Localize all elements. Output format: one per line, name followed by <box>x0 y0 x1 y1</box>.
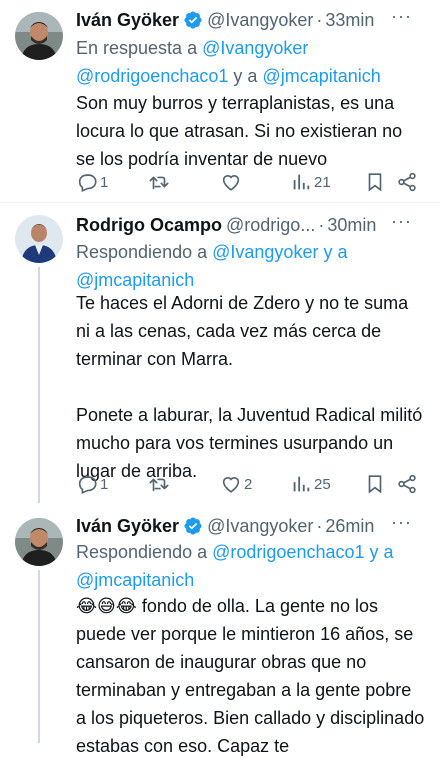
timestamp[interactable]: 33min <box>325 10 374 31</box>
views-count: 25 <box>314 475 331 493</box>
reply-icon <box>78 476 97 494</box>
reply-mention[interactable]: @Ivangyoker <box>212 242 318 262</box>
reply-mention[interactable]: @jmcapitanich <box>76 570 194 590</box>
replying-to: En respuesta a @Ivangyoker @rodrigoencha… <box>76 34 426 90</box>
like-button[interactable] <box>220 168 244 196</box>
author-name[interactable]: Iván Gyöker <box>76 516 179 537</box>
share-button[interactable] <box>396 168 418 196</box>
timestamp[interactable]: 26min <box>325 516 374 537</box>
views-button[interactable]: 25 <box>290 470 331 498</box>
share-button[interactable] <box>396 470 418 498</box>
separator-dot: · <box>318 214 325 235</box>
replying-to: Respondiendo a @rodrigoenchaco1 y a @jmc… <box>76 538 426 594</box>
replying-to-label: Respondiendo a <box>76 242 208 262</box>
share-icon <box>398 172 416 192</box>
tweet-text: 😂😅😂 fondo de olla. La gente no los puede… <box>76 592 426 760</box>
author-name[interactable]: Rodrigo Ocampo <box>76 215 222 236</box>
replying-to-label: En respuesta a <box>76 38 198 58</box>
reply-join: y a <box>323 242 348 262</box>
reply-count: 1 <box>100 475 109 493</box>
thread-line <box>38 570 40 743</box>
like-count: 2 <box>244 475 253 493</box>
views-count: 21 <box>314 173 331 191</box>
tweet-actions: 1 2 25 <box>76 470 426 498</box>
author-name[interactable]: Iván Gyöker <box>76 10 179 31</box>
heart-icon <box>222 175 240 191</box>
verified-badge-icon <box>183 516 203 536</box>
views-button[interactable]: 21 <box>290 168 331 196</box>
replying-to-label: Respondiendo a <box>76 542 208 562</box>
tweet-3[interactable]: Iván Gyöker @Ivangyoker · 26min ··· Resp… <box>0 506 440 756</box>
tweet-text: Son muy burros y terraplanistas, es una … <box>76 93 408 169</box>
replying-to: Respondiendo a @Ivangyoker y a @jmcapita… <box>76 238 426 294</box>
verified-badge-icon <box>183 10 203 30</box>
reply-join: y a <box>369 542 394 562</box>
retweet-icon <box>149 478 169 492</box>
more-options-icon[interactable]: ··· <box>391 512 412 533</box>
tweet-header: Rodrigo Ocampo @rodrigo... · 30min ··· <box>76 211 426 237</box>
author-handle[interactable]: @rodrigo... <box>226 215 315 236</box>
tweet-header: Iván Gyöker @Ivangyoker · 26min ··· <box>76 512 426 538</box>
avatar[interactable] <box>15 215 63 263</box>
tweet-header: Iván Gyöker @Ivangyoker · 33min ··· <box>76 6 426 32</box>
reply-mention[interactable]: @rodrigoenchaco1 <box>212 542 364 562</box>
reply-mention[interactable]: @Ivangyoker <box>202 38 308 58</box>
reply-join: y a <box>233 66 258 86</box>
thread-line <box>38 267 40 503</box>
views-chart-icon <box>293 174 310 190</box>
separator-dot: · <box>316 9 323 30</box>
reply-button[interactable]: 1 <box>76 470 108 498</box>
reply-icon <box>78 174 97 192</box>
tweet-text-content: fondo de olla. La gente no los puede ver… <box>76 596 430 756</box>
avatar[interactable] <box>15 518 63 566</box>
more-options-icon[interactable]: ··· <box>391 211 412 232</box>
emoji-group: 😂😅😂 <box>76 596 137 616</box>
bookmark-icon <box>368 173 382 192</box>
retweet-button[interactable] <box>148 168 172 196</box>
reply-mention[interactable]: @rodrigoenchaco1 <box>76 66 228 86</box>
separator-dot: · <box>316 515 323 536</box>
bookmark-button[interactable] <box>364 470 386 498</box>
tweet-text: Te haces el Adorni de Zdero y no te suma… <box>76 293 423 481</box>
like-button[interactable]: 2 <box>220 470 252 498</box>
tweet-actions: 1 21 <box>76 168 426 196</box>
timestamp[interactable]: 30min <box>327 215 376 236</box>
reply-mention[interactable]: @jmcapitanich <box>262 66 380 86</box>
author-handle[interactable]: @Ivangyoker <box>207 10 313 31</box>
reply-button[interactable]: 1 <box>76 168 108 196</box>
retweet-button[interactable] <box>148 470 172 498</box>
tweet-1[interactable]: Iván Gyöker @Ivangyoker · 33min ··· En r… <box>0 0 440 200</box>
avatar[interactable] <box>15 12 63 60</box>
share-icon <box>398 474 416 494</box>
bookmark-button[interactable] <box>364 168 386 196</box>
views-chart-icon <box>293 476 310 492</box>
reply-count: 1 <box>100 173 109 191</box>
retweet-icon <box>149 176 169 190</box>
author-handle[interactable]: @Ivangyoker <box>207 516 313 537</box>
bookmark-icon <box>368 475 382 494</box>
tweet-2[interactable]: Rodrigo Ocampo @rodrigo... · 30min ··· R… <box>0 203 440 503</box>
more-options-icon[interactable]: ··· <box>391 6 412 27</box>
reply-mention[interactable]: @jmcapitanich <box>76 270 194 290</box>
heart-icon <box>222 477 240 493</box>
